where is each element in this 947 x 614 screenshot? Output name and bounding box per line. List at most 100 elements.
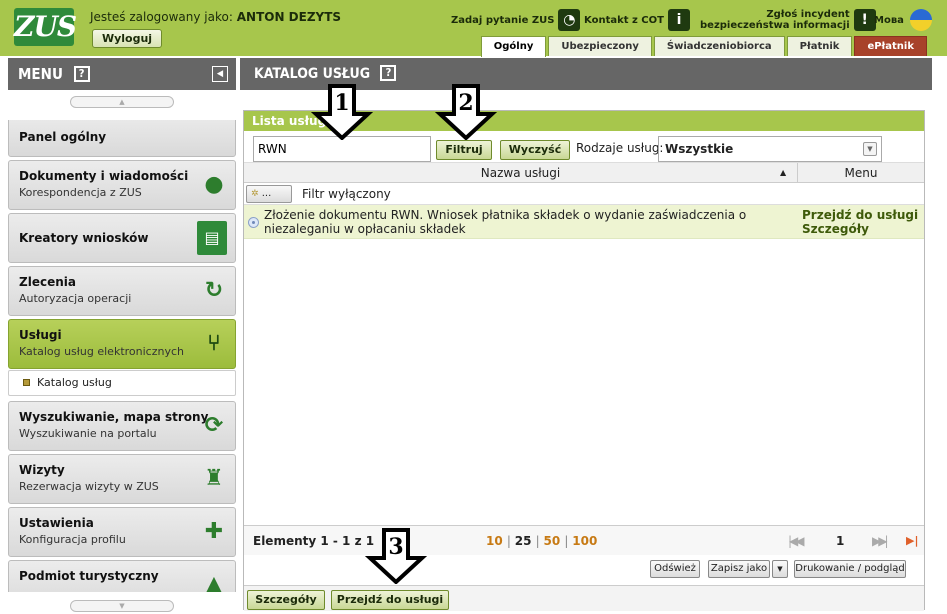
sync-icon: ⟳ [204,413,224,438]
bottom-actions: Szczegóły Przejdź do usługi [244,585,924,611]
clear-button[interactable]: Wyczyść [500,140,570,160]
language-switch[interactable]: Мова [874,8,932,32]
row-details-link[interactable]: Szczegóły [802,222,869,236]
sidebar-item-kreatory[interactable]: Kreatory wniosków ▤ [8,213,236,263]
filter-status-row: ✲ ... Filtr wyłączony [244,183,924,205]
next-last-page-icon[interactable]: ▶▶| [872,534,888,548]
service-kind-select[interactable]: Wszystkie ▼ [658,136,882,162]
language-label: Мова [874,14,904,26]
sort-asc-icon[interactable]: ▲ [780,163,786,183]
speech-bubble-icon: ● [204,172,224,197]
form-wizard-icon: ▤ [197,221,227,255]
ask-question-link[interactable]: Zadaj pytanie ZUS ◔ [451,8,581,32]
annotation-label-2: 2 [458,90,473,116]
service-kind-value: Wszystkie [665,142,734,156]
top-tabs: Ogólny Ubezpieczony Świadczeniobiorca Pł… [479,36,927,57]
print-preview-button[interactable]: Drukowanie / podgląd [794,560,906,578]
row-go-to-service-link[interactable]: Przejdź do usługi [802,208,918,222]
sidebar-title: MENU [18,65,63,83]
report-incident-link[interactable]: Zgłoś incydent bezpieczeństwa informacji… [700,8,876,32]
report-incident-line2: bezpieczeństwa informacji [700,20,850,31]
logout-button[interactable]: Wyloguj [92,29,162,48]
sidebar-item-title: Zlecenia [19,275,76,289]
annotation-arrow-3: 3 [364,528,428,584]
sidebar-item-wizyty[interactable]: Wizyty Rezerwacja wizyty w ZUS ♜ [8,454,236,504]
go-to-service-button[interactable]: Przejdź do usługi [331,590,449,610]
ukraine-flag-icon [909,9,932,31]
chat-icon: ◔ [558,9,581,31]
sidebar-item-title: Kreatory wniosków [19,231,149,245]
filter-button[interactable]: Filtruj [436,140,492,160]
sidebar-item-panel-ogolny[interactable]: Panel ogólny [8,120,236,157]
save-as-button[interactable]: Zapisz jako [708,560,770,578]
contact-cot-link[interactable]: Kontakt z COT i [584,8,690,32]
filter-toggle-button[interactable]: ✲ ... [246,185,292,203]
row-menu: Przejdź do usługi Szczegóły [802,208,918,236]
chevron-down-icon: ▼ [863,142,877,156]
page-size-100[interactable]: 100 [572,534,597,548]
sidebar-item-title: Podmiot turystyczny [19,569,159,583]
tab-platnik[interactable]: Płatnik [786,36,853,56]
table-row[interactable]: Złożenie dokumentu RWN. Wniosek płatnika… [244,205,924,239]
tab-ubezpieczony[interactable]: Ubezpieczony [548,36,652,56]
bullet-icon [23,379,30,386]
annotation-arrow-1: 1 [310,84,374,140]
ask-question-label: Zadaj pytanie ZUS [451,14,555,26]
save-as-dropdown-icon[interactable]: ▼ [772,560,788,578]
walking-person-icon: ♜ [204,466,224,491]
main-content: KATALOG USŁUG ? Lista usług Filtruj Wycz… [240,58,932,614]
grid-actions: Odśwież Zapisz jako ▼ Drukowanie / podgl… [244,555,924,585]
refresh-button[interactable]: Odśwież [650,560,700,578]
sidebar-item-title: Panel ogólny [19,130,107,144]
sidebar-item-dokumenty[interactable]: Dokumenty i wiadomości Korespondencja z … [8,160,236,210]
services-icon: ⑂ [207,331,221,356]
sidebar-scroll-down[interactable]: ▼ [70,600,174,612]
report-incident-line1: Zgłoś incydent [766,9,850,20]
sidebar-menu: Panel ogólny Dokumenty i wiadomości Kore… [8,120,236,592]
contact-cot-label: Kontakt z COT [584,14,664,26]
page-size-25[interactable]: 25 [515,534,532,548]
sidebar-item-podmiot-turystyczny[interactable]: Podmiot turystyczny ▲ [8,560,236,592]
sidebar-item-title: Dokumenty i wiadomości [19,169,189,183]
sidebar-item-subtitle: Autoryzacja operacji [19,292,132,305]
page-size-10[interactable]: 10 [486,534,503,548]
zus-logo[interactable]: ZUS [14,8,77,46]
page-size-selector: 10 | 25 | 50 | 100 [486,526,597,556]
help-icon[interactable]: ? [380,65,397,81]
sidebar-item-wyszukiwanie[interactable]: Wyszukiwanie, mapa strony Wyszukiwanie n… [8,401,236,451]
sidebar: MENU ? ◀ ▲ Panel ogólny Dokumenty i wiad… [8,58,236,614]
tab-swiadczeniobiorca[interactable]: Świadczeniobiorca [653,36,785,56]
details-button[interactable]: Szczegóły [247,590,325,610]
report-incident-label: Zgłoś incydent bezpieczeństwa informacji [700,9,850,31]
annotation-arrow-2: 2 [434,84,498,140]
sidebar-header: MENU ? ◀ [8,58,236,90]
first-prev-page-icon[interactable]: |◀◀ [788,534,804,548]
annotation-label-3: 3 [388,534,403,560]
sidebar-item-subtitle: Katalog usług elektronicznych [19,345,184,358]
sidebar-item-zlecenia[interactable]: Zlecenia Autoryzacja operacji ↻ [8,266,236,316]
export-page-icon[interactable]: ▶| [906,534,918,547]
sidebar-item-title: Ustawienia [19,516,94,530]
table-header: Nazwa usługi ▲ Menu [244,163,924,183]
refresh-icon: ↻ [204,278,224,303]
sidebar-item-uslugi[interactable]: Usługi Katalog usług elektronicznych ⑂ [8,319,236,369]
column-header-menu: Menu [844,166,878,180]
sidebar-item-subtitle: Wyszukiwanie na portalu [19,427,157,440]
puzzle-icon: ✚ [204,519,224,544]
tab-eplatnik[interactable]: ePłatnik [854,36,927,56]
current-page-number: 1 [836,534,845,548]
collapse-sidebar-icon[interactable]: ◀ [212,66,228,82]
sidebar-item-subtitle: Konfiguracja profilu [19,533,126,546]
sidebar-subitem-katalog-uslug[interactable]: Katalog usług [8,370,236,396]
user-name: ANTON DEZYTS [236,10,342,24]
sidebar-subitem-label: Katalog usług [37,376,112,389]
help-icon[interactable]: ? [73,66,90,82]
column-header-name[interactable]: Nazwa usługi [244,163,798,183]
row-select-radio[interactable] [248,217,259,228]
sidebar-item-ustawienia[interactable]: Ustawienia Konfiguracja profilu ✚ [8,507,236,557]
sidebar-scroll-up[interactable]: ▲ [70,96,174,108]
tab-ogolny[interactable]: Ogólny [480,36,547,57]
sidebar-item-title: Usługi [19,328,62,342]
elements-count: Elementy 1 - 1 z 1 [253,534,375,548]
page-size-50[interactable]: 50 [544,534,561,548]
